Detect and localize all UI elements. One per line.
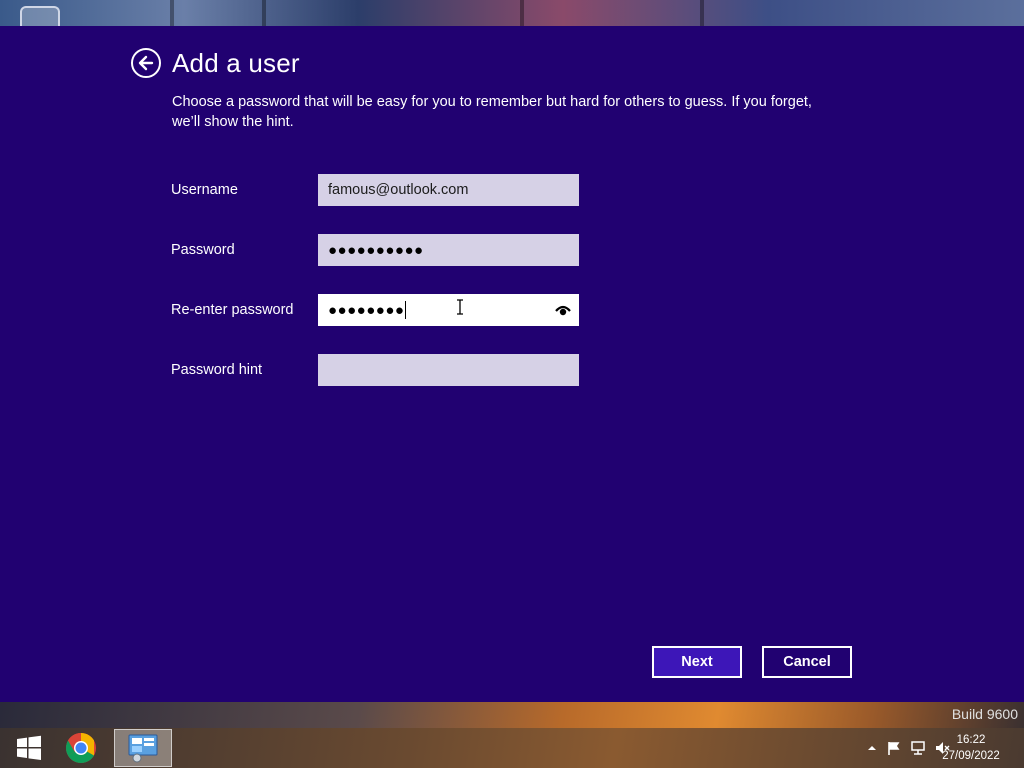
password-field[interactable]: ●●●●●●●●●● (318, 234, 579, 266)
next-button[interactable]: Next (652, 646, 742, 678)
cancel-button[interactable]: Cancel (762, 646, 852, 678)
reenter-password-value: ●●●●●●●● (328, 301, 405, 319)
start-button[interactable] (0, 728, 58, 768)
reenter-password-label: Re-enter password (171, 302, 294, 318)
username-field[interactable]: famous@outlook.com (318, 174, 579, 206)
wallpaper-stripe (170, 0, 174, 26)
windows-start-icon (17, 735, 41, 760)
reenter-password-field[interactable]: ●●●●●●●● (318, 294, 579, 326)
taskbar: 16:22 27/09/2022 (0, 728, 1024, 768)
page-description: Choose a password that will be easy for … (172, 94, 812, 130)
recycle-bin-icon[interactable] (20, 6, 60, 28)
password-label: Password (171, 242, 235, 258)
password-value: ●●●●●●●●●● (328, 241, 424, 259)
clock-date: 27/09/2022 (942, 750, 1000, 762)
clock-time: 16:22 (956, 734, 986, 746)
back-button[interactable] (131, 48, 161, 78)
page-title: Add a user (172, 48, 300, 78)
wallpaper-stripe (262, 0, 266, 26)
text-caret (405, 301, 407, 319)
username-value: famous@outlook.com (328, 182, 469, 198)
desktop-wallpaper-top (0, 0, 1024, 26)
action-center-flag-icon[interactable] (886, 740, 902, 756)
desktop-wallpaper-bottom: Build 9600 (0, 702, 1024, 728)
chrome-icon (65, 733, 96, 764)
build-watermark: Build 9600 (951, 706, 1018, 722)
wallpaper-stripe (520, 0, 524, 26)
taskbar-clock[interactable]: 16:22 27/09/2022 (936, 732, 1006, 764)
chrome-taskbar-button[interactable] (52, 728, 110, 768)
password-hint-label: Password hint (171, 362, 263, 378)
password-hint-field[interactable] (318, 354, 579, 386)
add-user-dialog: Add a user Choose a password that will b… (0, 26, 1024, 702)
system-tray: 16:22 27/09/2022 (824, 728, 1024, 768)
control-panel-icon (128, 734, 158, 763)
show-hidden-icons-icon[interactable] (864, 740, 880, 756)
wallpaper-stripe (700, 0, 704, 26)
reveal-password-icon[interactable] (555, 303, 571, 317)
control-panel-taskbar-button[interactable] (114, 729, 172, 767)
username-label: Username (171, 182, 238, 198)
network-icon[interactable] (910, 740, 926, 756)
back-arrow-icon (138, 55, 154, 71)
ibeam-cursor-icon (457, 299, 463, 315)
